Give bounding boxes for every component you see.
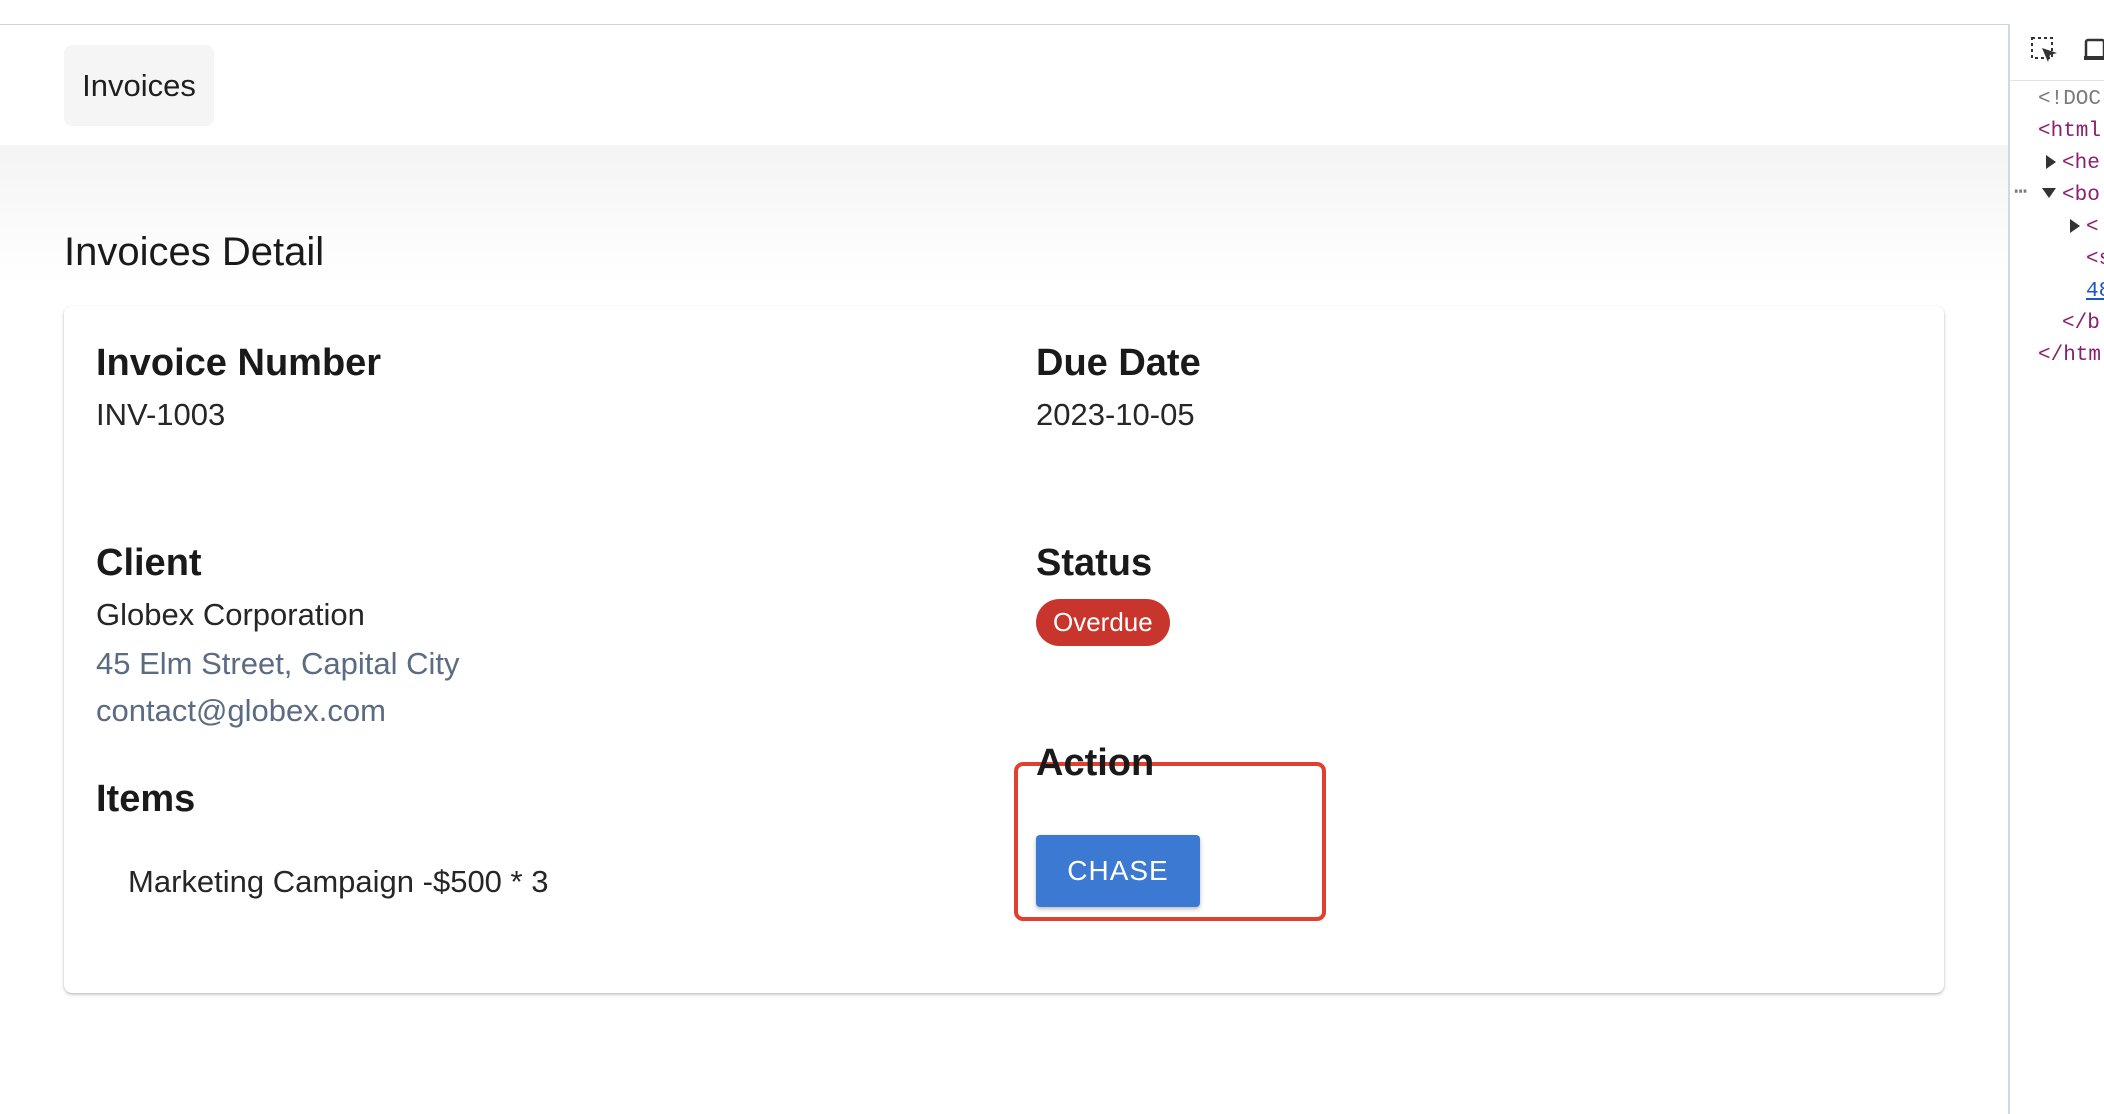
dom-doctype[interactable]: <!DOC bbox=[2038, 88, 2101, 111]
status-badge: Overdue bbox=[1036, 599, 1170, 646]
devtools-panel: <!DOC <html <he ⋯ <bo < <s 48 </b </htm bbox=[2008, 24, 2104, 1114]
dom-head-node[interactable]: <he bbox=[2062, 152, 2100, 175]
invoice-number-value: INV-1003 bbox=[96, 397, 226, 432]
invoice-detail-card: Invoice Number INV-1003 Due Date 2023-10… bbox=[64, 306, 1944, 993]
browser-top-bar bbox=[0, 0, 2010, 25]
app-header: Invoices bbox=[0, 25, 2008, 145]
due-date-label: Due Date bbox=[1036, 342, 1201, 384]
items-label: Items bbox=[96, 778, 196, 820]
client-email: contact@globex.com bbox=[96, 693, 386, 728]
more-options-icon[interactable]: ⋯ bbox=[2014, 179, 2027, 205]
dom-body-close[interactable]: </b bbox=[2062, 312, 2100, 335]
dom-html-close[interactable]: </htm bbox=[2038, 344, 2101, 367]
action-label: Action bbox=[1036, 742, 1155, 784]
nav-invoices-button[interactable]: Invoices bbox=[64, 45, 214, 126]
dom-script-node[interactable]: <s bbox=[2086, 248, 2104, 271]
dom-html-open[interactable]: <html bbox=[2038, 120, 2101, 143]
page-title: Invoices Detail bbox=[64, 230, 325, 274]
list-item: Marketing Campaign -$500 * 3 bbox=[128, 864, 549, 899]
dom-source-link[interactable]: 48 bbox=[2086, 280, 2104, 303]
client-label: Client bbox=[96, 542, 202, 584]
chase-button[interactable]: CHASE bbox=[1036, 835, 1200, 907]
due-date-value: 2023-10-05 bbox=[1036, 397, 1195, 432]
dom-child-node[interactable]: < bbox=[2086, 216, 2099, 239]
status-label: Status bbox=[1036, 542, 1153, 584]
expand-triangle-icon[interactable] bbox=[2046, 155, 2056, 169]
device-toolbar-icon[interactable] bbox=[2082, 36, 2104, 66]
expand-triangle-icon[interactable] bbox=[2070, 219, 2080, 233]
inspect-element-icon[interactable] bbox=[2030, 36, 2060, 66]
client-name: Globex Corporation bbox=[96, 597, 365, 632]
devtools-toolbar bbox=[2010, 24, 2104, 81]
dom-body-node[interactable]: <bo bbox=[2062, 184, 2100, 207]
collapse-triangle-icon[interactable] bbox=[2042, 188, 2056, 198]
app-viewport: Invoices Invoices Detail Invoice Number … bbox=[0, 25, 2008, 1114]
invoice-number-label: Invoice Number bbox=[96, 342, 382, 384]
client-address: 45 Elm Street, Capital City bbox=[96, 646, 460, 681]
